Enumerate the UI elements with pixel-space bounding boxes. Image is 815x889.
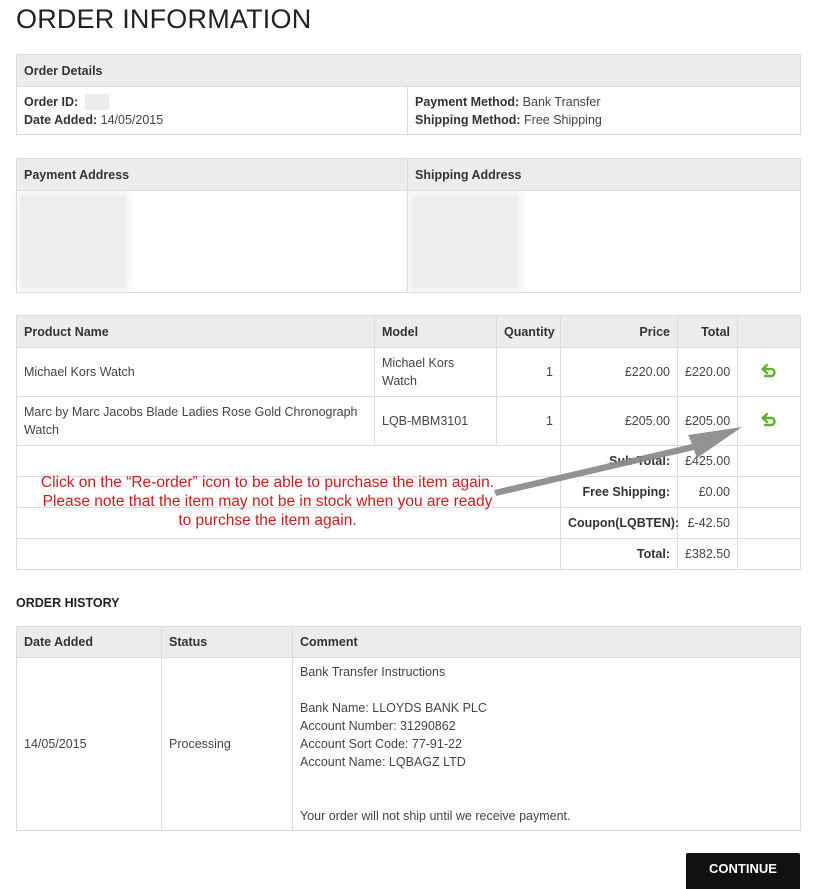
table-row: Michael Kors Watch Michael Kors Watch 1 …: [16, 347, 801, 397]
col-total: Total: [677, 315, 738, 348]
col-comment: Comment: [292, 626, 801, 658]
reorder-cell: [737, 396, 801, 446]
col-product-name: Product Name: [16, 315, 375, 348]
annotation-line: to purchse the item again.: [178, 512, 357, 529]
product-total: £220.00: [677, 347, 738, 397]
comment-line: Bank Name: LLOYDS BANK PLC: [300, 701, 487, 715]
annotation-line: Please note that the item may not be in …: [42, 493, 493, 510]
order-details-header: Order Details: [15, 54, 802, 87]
payment-method-label: Payment Method:: [415, 94, 520, 109]
shipping-method-label: Shipping Method:: [415, 112, 521, 127]
product-model: LQB-MBM3101: [374, 396, 497, 446]
reorder-annotation: Click on the “Re-order” icon to be able …: [30, 473, 505, 530]
reorder-icon[interactable]: [760, 411, 778, 429]
comment-line: Bank Transfer Instructions: [300, 665, 446, 679]
totals-row: Sub-Total: £425.00: [16, 445, 801, 477]
shipping-total-label: Free Shipping:: [560, 476, 678, 508]
comment-line: Your order will not ship until we receiv…: [300, 809, 571, 823]
col-status: Status: [161, 626, 293, 658]
order-id-label: Order ID:: [24, 94, 79, 109]
product-name: Marc by Marc Jacobs Blade Ladies Rose Go…: [16, 396, 375, 446]
payment-method-value: Bank Transfer: [522, 94, 601, 109]
payment-address-redacted: [21, 195, 125, 288]
product-name: Michael Kors Watch: [16, 347, 375, 397]
grand-total-label: Total:: [560, 538, 678, 570]
table-row: 14/05/2015 Processing Bank Transfer Inst…: [16, 657, 801, 831]
comment-line: Account Number: 31290862: [300, 719, 456, 733]
subtotal-value: £425.00: [677, 445, 738, 477]
subtotal-label: Sub-Total:: [560, 445, 678, 477]
shipping-method-value: Free Shipping: [524, 112, 602, 127]
shipping-address-redacted: [412, 195, 518, 288]
grand-total-value: £382.50: [677, 538, 738, 570]
history-comment: Bank Transfer Instructions Bank Name: LL…: [292, 657, 801, 831]
addresses-table: Payment Address Shipping Address: [16, 158, 801, 293]
col-model: Model: [374, 315, 497, 348]
order-history-title: ORDER HISTORY: [16, 596, 120, 610]
history-status: Processing: [161, 657, 293, 831]
payment-address-header: Payment Address: [16, 158, 408, 191]
shipping-total-value: £0.00: [677, 476, 738, 508]
annotation-line: Click on the “Re-order” icon to be able …: [40, 474, 495, 491]
history-date: 14/05/2015: [16, 657, 162, 831]
coupon-label: Coupon(LQBTEN):: [560, 507, 679, 539]
product-total: £205.00: [677, 396, 738, 446]
comment-line: [300, 681, 793, 699]
product-model: Michael Kors Watch: [374, 347, 497, 397]
reorder-cell: [737, 347, 801, 397]
products-table: Product Name Model Quantity Price Total …: [16, 315, 801, 570]
order-details-table: Order Details Order ID: Date Added: 14/0…: [15, 54, 802, 135]
col-actions: [737, 315, 801, 348]
col-quantity: Quantity: [496, 315, 561, 348]
date-added-value: 14/05/2015: [100, 112, 164, 127]
product-quantity: 1: [496, 396, 561, 446]
shipping-address-header: Shipping Address: [407, 158, 801, 191]
product-quantity: 1: [496, 347, 561, 397]
col-date-added: Date Added: [16, 626, 162, 658]
order-history-table: Date Added Status Comment 14/05/2015 Pro…: [16, 626, 801, 831]
reorder-icon[interactable]: [760, 362, 778, 380]
comment-line: [300, 789, 793, 807]
col-price: Price: [560, 315, 678, 348]
comment-line: [300, 771, 793, 789]
totals-row: Total: £382.50: [16, 538, 801, 570]
comment-line: Account Name: LQBAGZ LTD: [300, 755, 466, 769]
order-id-redacted: [84, 94, 109, 111]
coupon-value: £-42.50: [677, 507, 738, 539]
product-price: £220.00: [560, 347, 678, 397]
page-title: ORDER INFORMATION: [16, 4, 312, 34]
table-row: Marc by Marc Jacobs Blade Ladies Rose Go…: [16, 396, 801, 446]
product-price: £205.00: [560, 396, 678, 446]
comment-line: Account Sort Code: 77-91-22: [300, 737, 462, 751]
date-added-label: Date Added:: [24, 112, 98, 127]
